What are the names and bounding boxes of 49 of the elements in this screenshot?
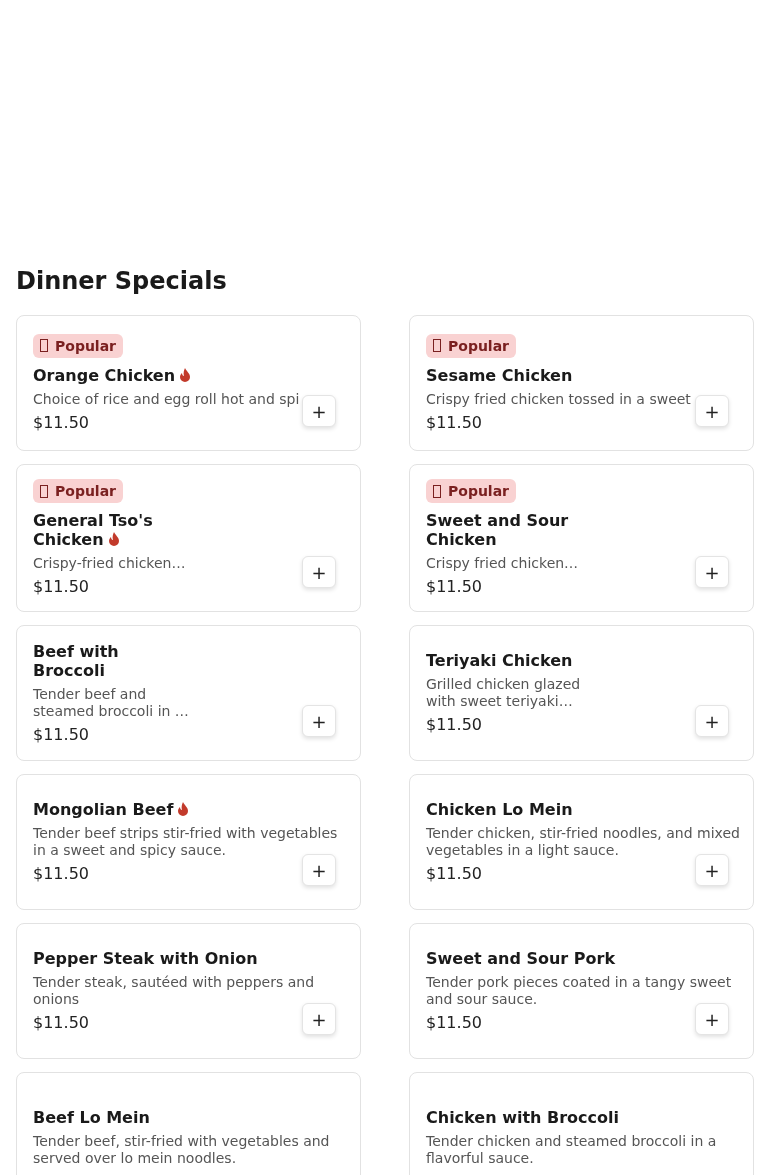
item-description: Tender beef and steamed broccoli in … [33, 685, 190, 720]
add-button[interactable]: + [695, 854, 729, 887]
item-name: Teriyaki Chicken [426, 651, 573, 671]
item-price: $11.50 [33, 412, 89, 433]
item-description: Tender beef, stir-fried with vegetables and served over lo mein noodles. [33, 1133, 331, 1168]
add-button[interactable]: + [302, 395, 336, 428]
item-name: Mongolian Beef [33, 800, 190, 820]
box-icon [433, 484, 441, 498]
item-name: General Tso's Chicken [33, 511, 154, 550]
popular-badge: Popular [33, 479, 124, 504]
popular-badge: Popular [426, 333, 517, 358]
popular-badge: Popular [33, 333, 124, 358]
add-button[interactable]: + [302, 1003, 336, 1036]
add-button[interactable]: + [695, 395, 729, 428]
item-price: $11.50 [33, 1013, 89, 1034]
item-description: Crispy fried chicken tossed in a sweet [426, 390, 691, 408]
popular-badge: Popular [426, 479, 517, 504]
item-price: $11.50 [426, 715, 482, 736]
add-button[interactable]: + [302, 556, 336, 589]
box-icon [40, 339, 48, 353]
item-price: $11.50 [426, 864, 482, 885]
box-icon [40, 484, 48, 498]
item-price: $11.50 [33, 724, 89, 745]
item-price: $11.50 [426, 412, 482, 433]
item-price: $11.50 [426, 577, 482, 598]
item-name: Beef Lo Mein [33, 1108, 150, 1128]
item-name: Chicken with Broccoli [426, 1108, 619, 1128]
section-title: Dinner Specials [16, 268, 228, 295]
add-button[interactable]: + [695, 556, 729, 589]
item-name: Orange Chicken [33, 365, 192, 385]
item-price: $11.50 [33, 864, 89, 885]
item-name: Sesame Chicken [426, 365, 573, 385]
item-price: $11.50 [426, 1013, 482, 1034]
item-name: Sweet and Sour Pork [426, 949, 616, 969]
item-price: $11.50 [33, 577, 89, 598]
item-description: Crispy fried chicken… [426, 555, 579, 573]
item-name: Sweet and Sour Chicken [426, 511, 570, 550]
item-name: Beef with Broccoli [33, 641, 120, 680]
item-description: Choice of rice and egg roll hot and spi [33, 390, 300, 408]
add-button[interactable]: + [302, 705, 336, 738]
item-name: Pepper Steak with Onion [33, 949, 258, 969]
item-description: Crispy-fried chicken… [33, 555, 186, 573]
item-description: Tender chicken and steamed broccoli in a flavorful sauce. [426, 1133, 718, 1168]
item-name: Chicken Lo Mein [426, 800, 573, 820]
add-button[interactable]: + [302, 854, 336, 887]
box-icon [433, 339, 441, 353]
item-description: Grilled chicken glazed with sweet teriyaki… [426, 676, 582, 711]
add-button[interactable]: + [695, 705, 729, 738]
add-button[interactable]: + [695, 1003, 729, 1036]
